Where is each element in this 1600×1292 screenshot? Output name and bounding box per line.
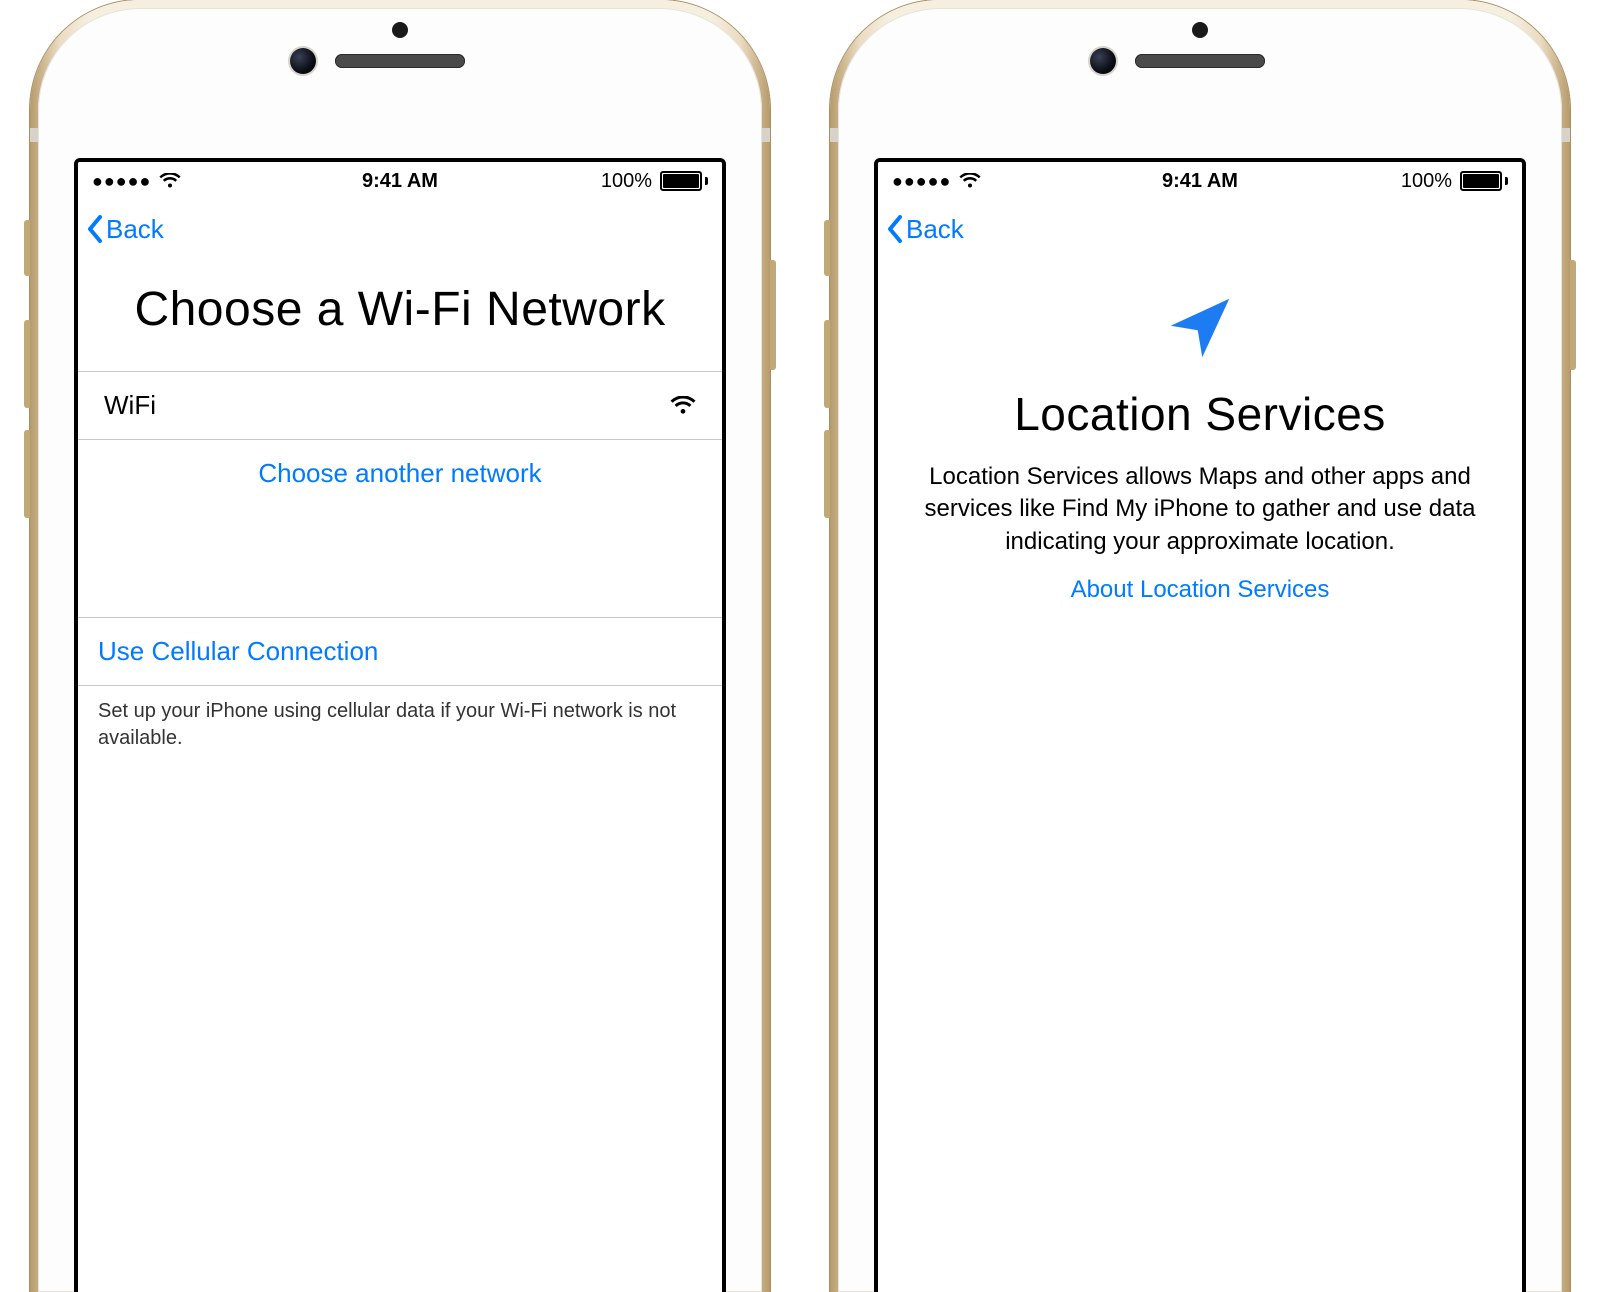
volume-up-button	[824, 320, 830, 408]
wifi-icon	[159, 173, 181, 189]
antenna-band	[30, 128, 38, 142]
earpiece-speaker	[335, 54, 465, 68]
iphone-device-right: ●●●●● 9:41 AM 100%	[830, 0, 1570, 1292]
page-title: Location Services	[878, 369, 1522, 461]
volume-down-button	[24, 430, 30, 518]
antenna-band	[830, 128, 838, 142]
location-arrow-icon	[878, 258, 1522, 369]
screen-bezel: ●●●●● 9:41 AM 100%	[874, 158, 1526, 1292]
battery-icon	[660, 171, 708, 191]
power-button	[770, 260, 776, 370]
nav-bar: Back	[878, 200, 1522, 258]
mute-switch	[24, 220, 30, 276]
wifi-setup-screen: ●●●●● 9:41 AM 100%	[78, 162, 722, 1292]
wifi-icon	[670, 396, 696, 416]
nav-bar: Back	[78, 200, 722, 258]
proximity-sensor	[392, 22, 408, 38]
signal-dots-icon: ●●●●●	[92, 172, 151, 190]
power-button	[1570, 260, 1576, 370]
battery-icon	[1460, 171, 1508, 191]
volume-down-button	[824, 430, 830, 518]
earpiece-speaker	[1135, 54, 1265, 68]
volume-up-button	[24, 320, 30, 408]
wifi-network-row[interactable]: WiFi	[78, 372, 722, 439]
battery-percent: 100%	[1401, 170, 1452, 193]
back-label: Back	[906, 214, 964, 245]
about-location-services-link[interactable]: About Location Services	[878, 572, 1522, 624]
antenna-band	[762, 128, 770, 142]
battery-percent: 100%	[601, 170, 652, 193]
mute-switch	[824, 220, 830, 276]
proximity-sensor	[1192, 22, 1208, 38]
chevron-left-icon	[86, 214, 104, 244]
use-cellular-button[interactable]: Use Cellular Connection	[78, 618, 722, 685]
back-button[interactable]: Back	[86, 214, 164, 245]
iphone-device-left: ●●●●● 9:41 AM 100%	[30, 0, 770, 1292]
status-bar: ●●●●● 9:41 AM 100%	[878, 162, 1522, 200]
wifi-icon	[959, 173, 981, 189]
signal-dots-icon: ●●●●●	[892, 172, 951, 190]
cellular-help-text: Set up your iPhone using cellular data i…	[78, 686, 722, 764]
chevron-left-icon	[886, 214, 904, 244]
front-camera	[1090, 48, 1116, 74]
wifi-network-name: WiFi	[104, 390, 156, 421]
page-title: Choose a Wi-Fi Network	[78, 258, 722, 371]
antenna-band	[1562, 128, 1570, 142]
choose-another-network-button[interactable]: Choose another network	[78, 440, 722, 507]
location-description: Location Services allows Maps and other …	[878, 461, 1522, 572]
location-services-screen: ●●●●● 9:41 AM 100%	[878, 162, 1522, 1292]
status-bar: ●●●●● 9:41 AM 100%	[78, 162, 722, 200]
front-camera	[290, 48, 316, 74]
back-label: Back	[106, 214, 164, 245]
screen-bezel: ●●●●● 9:41 AM 100%	[74, 158, 726, 1292]
back-button[interactable]: Back	[886, 214, 964, 245]
